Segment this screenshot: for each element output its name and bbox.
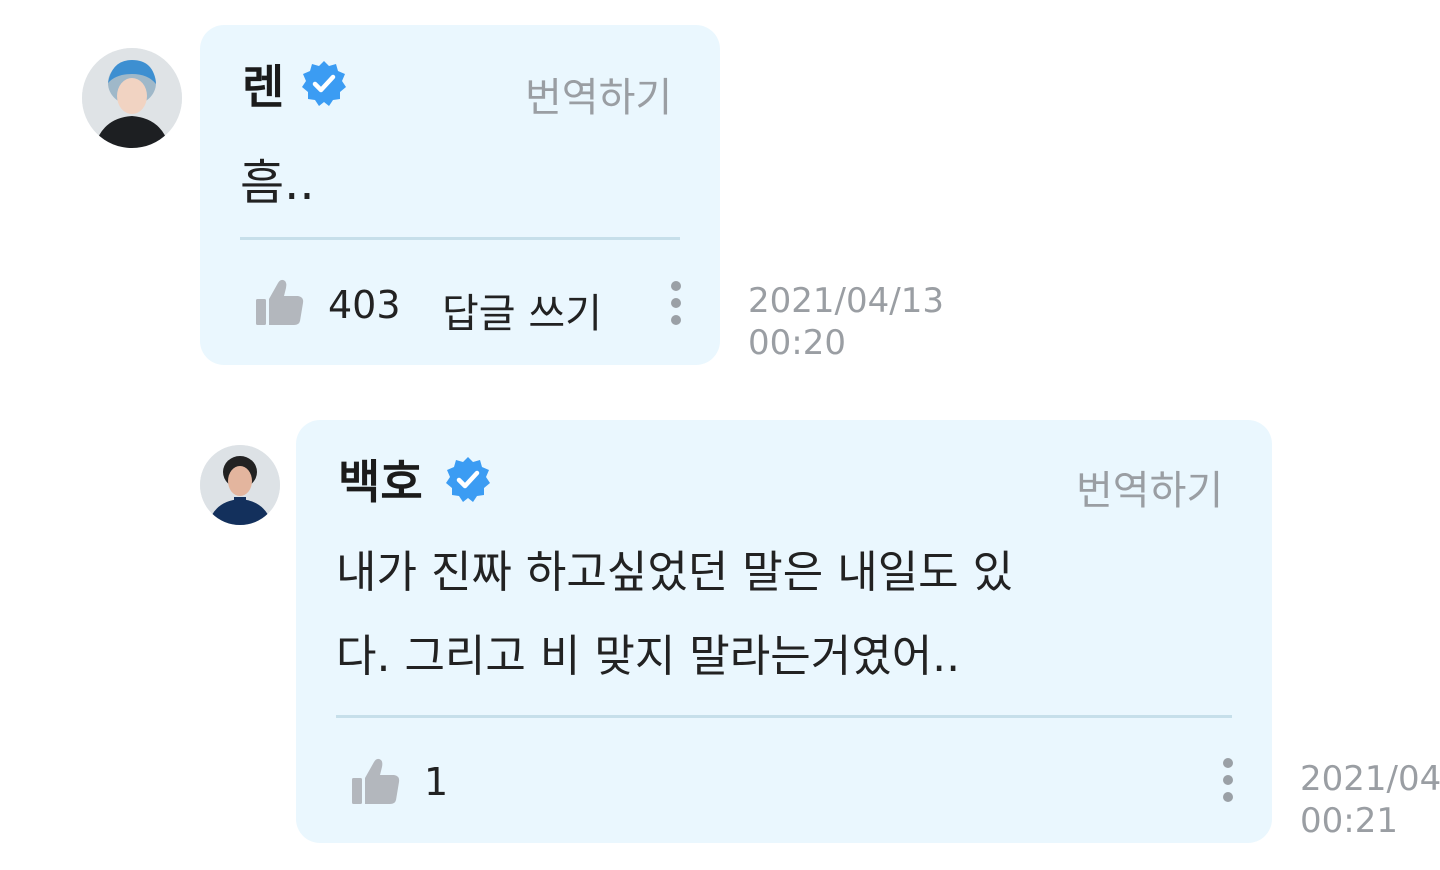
comment-bubble: 렌 번역하기 흠.. 403 답글 쓰기 (200, 25, 720, 365)
verified-badge-icon (446, 457, 490, 502)
verified-badge-icon (302, 61, 346, 106)
avatar[interactable] (82, 48, 182, 148)
comment-time: 00:21 (1300, 801, 1398, 841)
comment-text-line-1: 내가 진짜 하고싶었던 말은 내일도 있 (336, 547, 1014, 598)
author-name[interactable]: 백호 (338, 446, 423, 512)
comment-bubble: 백호 번역하기 내가 진짜 하고싶었던 말은 내일도 있 다. 그리고 비 맞지… (296, 420, 1272, 843)
translate-button[interactable]: 번역하기 (525, 65, 672, 123)
like-count: 1 (424, 760, 449, 804)
thumbs-up-icon[interactable] (254, 277, 306, 327)
avatar[interactable] (200, 445, 280, 525)
like-count: 403 (328, 283, 401, 327)
comment-date: 2021/04/ (1300, 759, 1440, 799)
comment-time: 00:20 (748, 323, 846, 363)
divider (336, 715, 1232, 718)
reply-button[interactable]: 답글 쓰기 (442, 281, 602, 339)
comment-text: 흠.. (240, 155, 315, 211)
divider (240, 237, 680, 240)
more-vertical-icon[interactable] (1223, 756, 1233, 804)
thumbs-up-icon[interactable] (350, 756, 402, 806)
comment-text-line-2: 다. 그리고 비 맞지 말라는거였어.. (336, 631, 961, 682)
translate-button[interactable]: 번역하기 (1076, 458, 1223, 516)
more-vertical-icon[interactable] (671, 279, 681, 327)
comment-date: 2021/04/13 (748, 281, 944, 321)
author-name[interactable]: 렌 (242, 51, 284, 117)
